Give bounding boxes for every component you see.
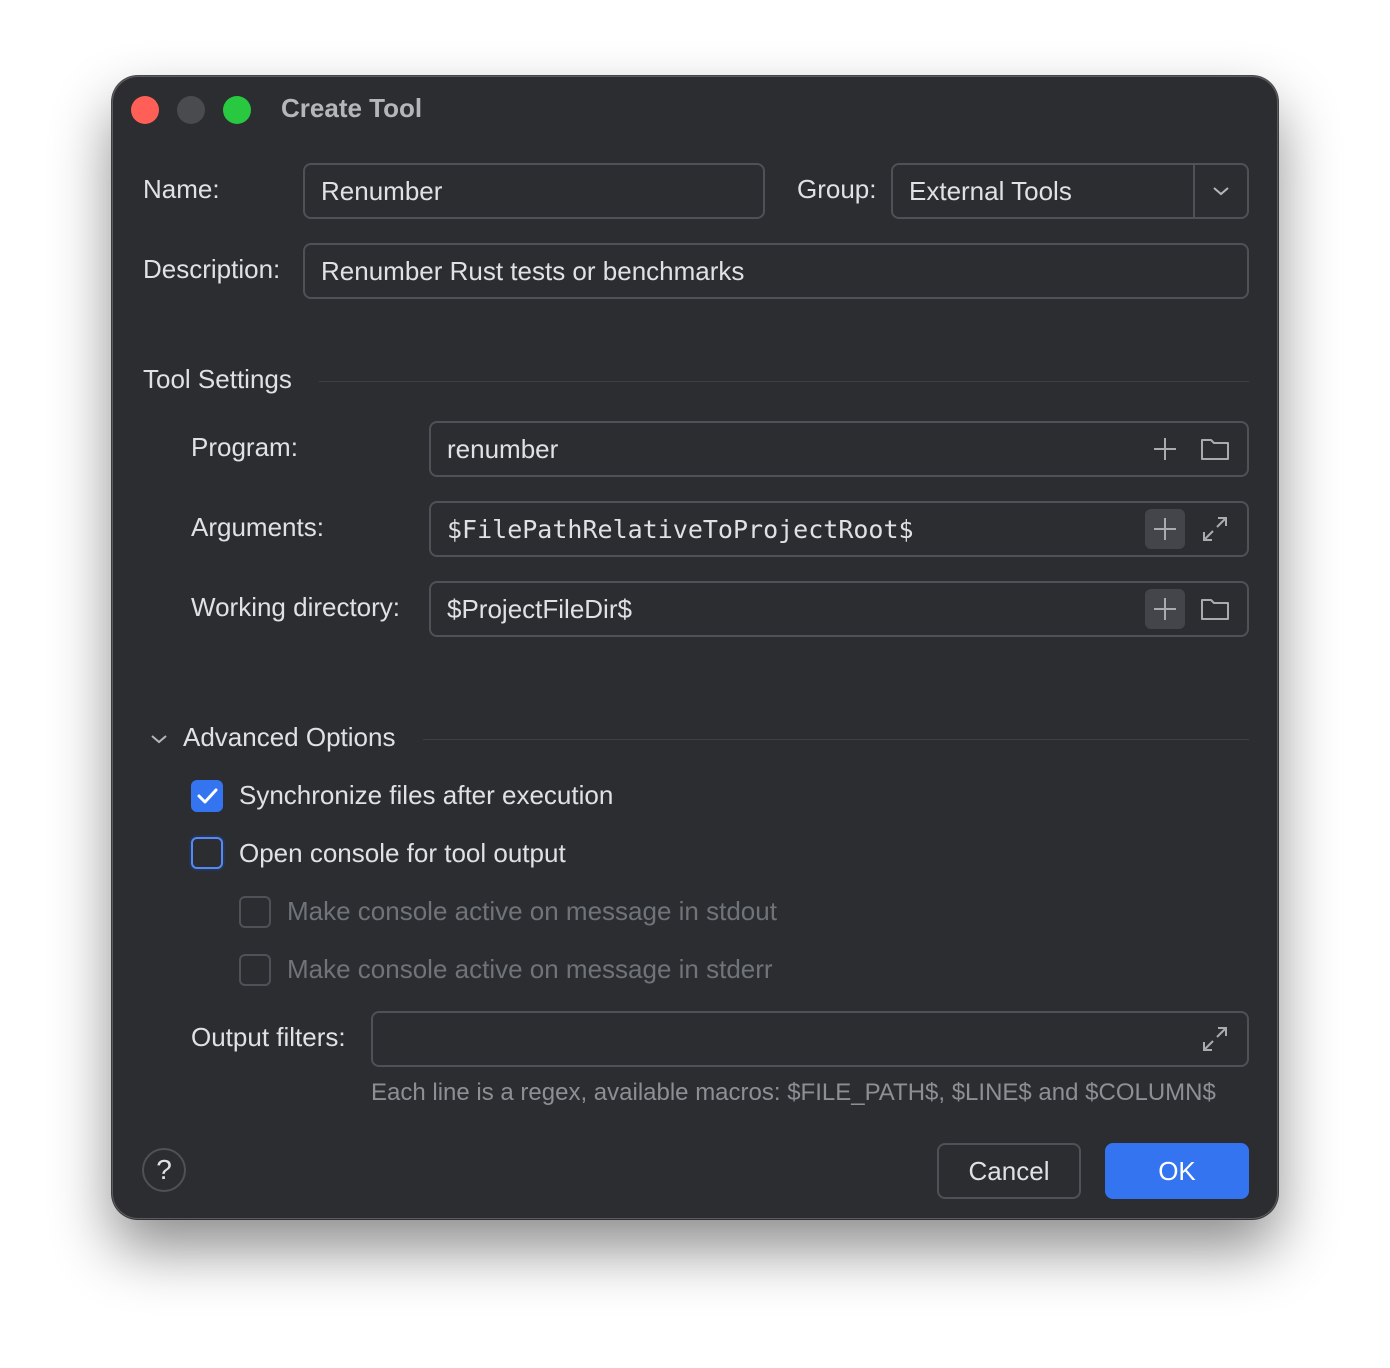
cancel-button[interactable]: Cancel bbox=[937, 1143, 1081, 1199]
stdout-active-checkbox[interactable] bbox=[239, 896, 271, 928]
name-value: Renumber bbox=[321, 176, 443, 206]
stderr-active-label: Make console active on message in stderr bbox=[287, 954, 773, 984]
program-field[interactable]: renumber bbox=[429, 421, 1249, 477]
chevron-down-icon[interactable] bbox=[1203, 173, 1239, 209]
name-field[interactable]: Renumber bbox=[303, 163, 765, 219]
working-directory-field[interactable]: $ProjectFileDir$ bbox=[429, 581, 1249, 637]
stderr-active-checkbox[interactable] bbox=[239, 954, 271, 986]
checkmark-icon bbox=[197, 788, 218, 804]
browse-folder-icon[interactable] bbox=[1195, 589, 1235, 629]
working-directory-value: $ProjectFileDir$ bbox=[447, 594, 632, 624]
insert-macro-icon[interactable] bbox=[1145, 429, 1185, 469]
group-value: External Tools bbox=[909, 176, 1072, 206]
group-dropdown[interactable]: External Tools bbox=[891, 163, 1249, 219]
arguments-label: Arguments: bbox=[191, 512, 324, 542]
description-label: Description: bbox=[143, 254, 281, 284]
sync-files-label[interactable]: Synchronize files after execution bbox=[239, 780, 613, 811]
create-tool-dialog: Create Tool Name: Renumber Group: Extern… bbox=[112, 76, 1278, 1219]
output-filters-hint: Each line is a regex, available macros: … bbox=[371, 1079, 1216, 1106]
program-value: renumber bbox=[447, 434, 559, 464]
close-window-button[interactable] bbox=[131, 96, 159, 124]
open-console-checkbox[interactable] bbox=[191, 837, 223, 869]
advanced-options-separator bbox=[423, 739, 1249, 740]
output-filters-field[interactable] bbox=[371, 1011, 1249, 1067]
arguments-value: $FilePathRelativeToProjectRoot$ bbox=[447, 515, 914, 544]
insert-macro-icon[interactable] bbox=[1145, 509, 1185, 549]
name-label: Name: bbox=[143, 174, 220, 204]
output-filters-label: Output filters: bbox=[191, 1022, 346, 1052]
working-directory-label: Working directory: bbox=[191, 592, 401, 622]
stdout-active-label: Make console active on message in stdout bbox=[287, 896, 777, 926]
ok-button[interactable]: OK bbox=[1105, 1143, 1249, 1199]
minimize-window-button[interactable] bbox=[177, 96, 205, 124]
expand-icon[interactable] bbox=[1195, 509, 1235, 549]
sync-files-checkbox[interactable] bbox=[191, 780, 223, 812]
group-label: Group: bbox=[797, 174, 877, 204]
tool-settings-separator bbox=[319, 381, 1249, 382]
expand-icon[interactable] bbox=[1195, 1019, 1235, 1059]
advanced-options-heading[interactable]: Advanced Options bbox=[183, 722, 395, 753]
open-console-label[interactable]: Open console for tool output bbox=[239, 838, 566, 869]
insert-macro-icon[interactable] bbox=[1145, 589, 1185, 629]
tool-settings-heading: Tool Settings bbox=[143, 364, 292, 394]
description-field[interactable]: Renumber Rust tests or benchmarks bbox=[303, 243, 1249, 299]
description-value: Renumber Rust tests or benchmarks bbox=[321, 256, 745, 286]
dialog-title: Create Tool bbox=[281, 93, 423, 123]
dropdown-divider bbox=[1193, 165, 1195, 217]
maximize-window-button[interactable] bbox=[223, 96, 251, 124]
browse-folder-icon[interactable] bbox=[1195, 429, 1235, 469]
help-button[interactable]: ? bbox=[142, 1148, 186, 1192]
arguments-field[interactable]: $FilePathRelativeToProjectRoot$ bbox=[429, 501, 1249, 557]
collapse-chevron-icon[interactable] bbox=[147, 727, 171, 751]
program-label: Program: bbox=[191, 432, 298, 462]
